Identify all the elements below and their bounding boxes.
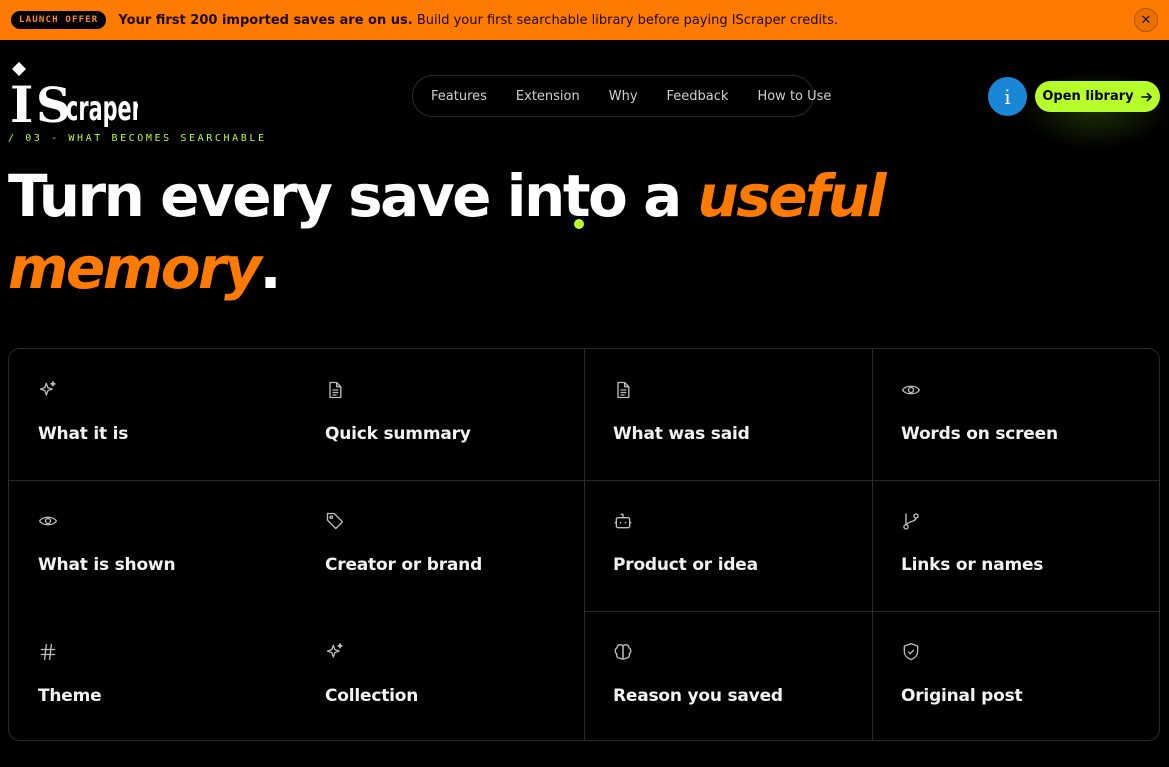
brain-icon — [614, 644, 632, 660]
grid-divider — [872, 349, 873, 740]
grid-divider — [584, 349, 585, 740]
grid-item-label: Collection — [325, 686, 419, 706]
promo-banner: LAUNCH OFFER Your first 200 imported sav… — [0, 0, 1169, 40]
hash-icon — [40, 643, 56, 661]
grid-item-label: Theme — [38, 686, 102, 706]
nav-features[interactable]: Features — [431, 89, 487, 104]
grid-item-label: Words on screen — [901, 424, 1058, 444]
nav-how-to-use[interactable]: How to Use — [757, 89, 831, 104]
tag-icon — [326, 512, 344, 530]
open-library-label: Open library — [1042, 89, 1134, 104]
eye-icon — [38, 516, 58, 526]
hero-heading: Turn every save into a useful memory. — [8, 160, 1108, 304]
eye-icon — [901, 385, 921, 395]
main-nav: Features Extension Why Feedback How to U… — [412, 75, 831, 117]
document-icon — [617, 381, 630, 399]
grid-item-label: What is shown — [38, 555, 176, 575]
sparkles-icon — [326, 643, 343, 658]
svg-text:I: I — [10, 75, 33, 132]
hero-accent-useful: useful — [697, 162, 886, 230]
arrow-right-icon — [1140, 92, 1152, 101]
banner-headline: Your first 200 imported saves are on us. — [118, 12, 413, 28]
section-tag: / 03 - WHAT BECOMES SEARCHABLE — [8, 133, 267, 144]
nav-feedback[interactable]: Feedback — [667, 89, 729, 104]
git-branch-icon — [903, 513, 919, 530]
grid-divider — [9, 480, 1159, 481]
banner-detail: Build your first searchable library befo… — [412, 12, 839, 28]
sparkles-icon — [39, 381, 56, 396]
nav-extension[interactable]: Extension — [516, 89, 580, 104]
hero-text: Turn every save into a — [8, 162, 698, 230]
shield-check-icon — [903, 643, 919, 661]
grid-item-label: Links or names — [901, 555, 1044, 575]
svg-text:craper: craper — [66, 89, 138, 129]
grid-item-label: Creator or brand — [325, 555, 483, 575]
grid-item-label: Product or idea — [613, 555, 758, 575]
grid-item-label: Reason you saved — [613, 686, 783, 706]
searchable-fields-grid: What it is Quick summary What was said W… — [8, 348, 1160, 741]
grid-divider — [584, 611, 1159, 612]
grid-item-label: What was said — [613, 424, 750, 444]
grid-item-label: What it is — [38, 424, 129, 444]
open-library-button[interactable]: Open library — [1035, 81, 1160, 112]
launch-offer-badge: LAUNCH OFFER — [11, 11, 107, 29]
close-icon[interactable]: ✕ — [1134, 8, 1158, 32]
document-icon — [329, 381, 342, 399]
hero-period: . — [259, 234, 281, 302]
hero-accent-memory: memory — [8, 234, 262, 302]
nav-why[interactable]: Why — [609, 89, 638, 104]
banner-message: Your first 200 imported saves are on us.… — [118, 13, 838, 28]
grid-item-label: Quick summary — [325, 424, 471, 444]
iscraper-logo[interactable]: I S craper — [8, 62, 138, 132]
grid-item-label: Original post — [901, 686, 1023, 706]
bot-icon — [614, 513, 632, 529]
cursor-dot — [574, 219, 584, 229]
